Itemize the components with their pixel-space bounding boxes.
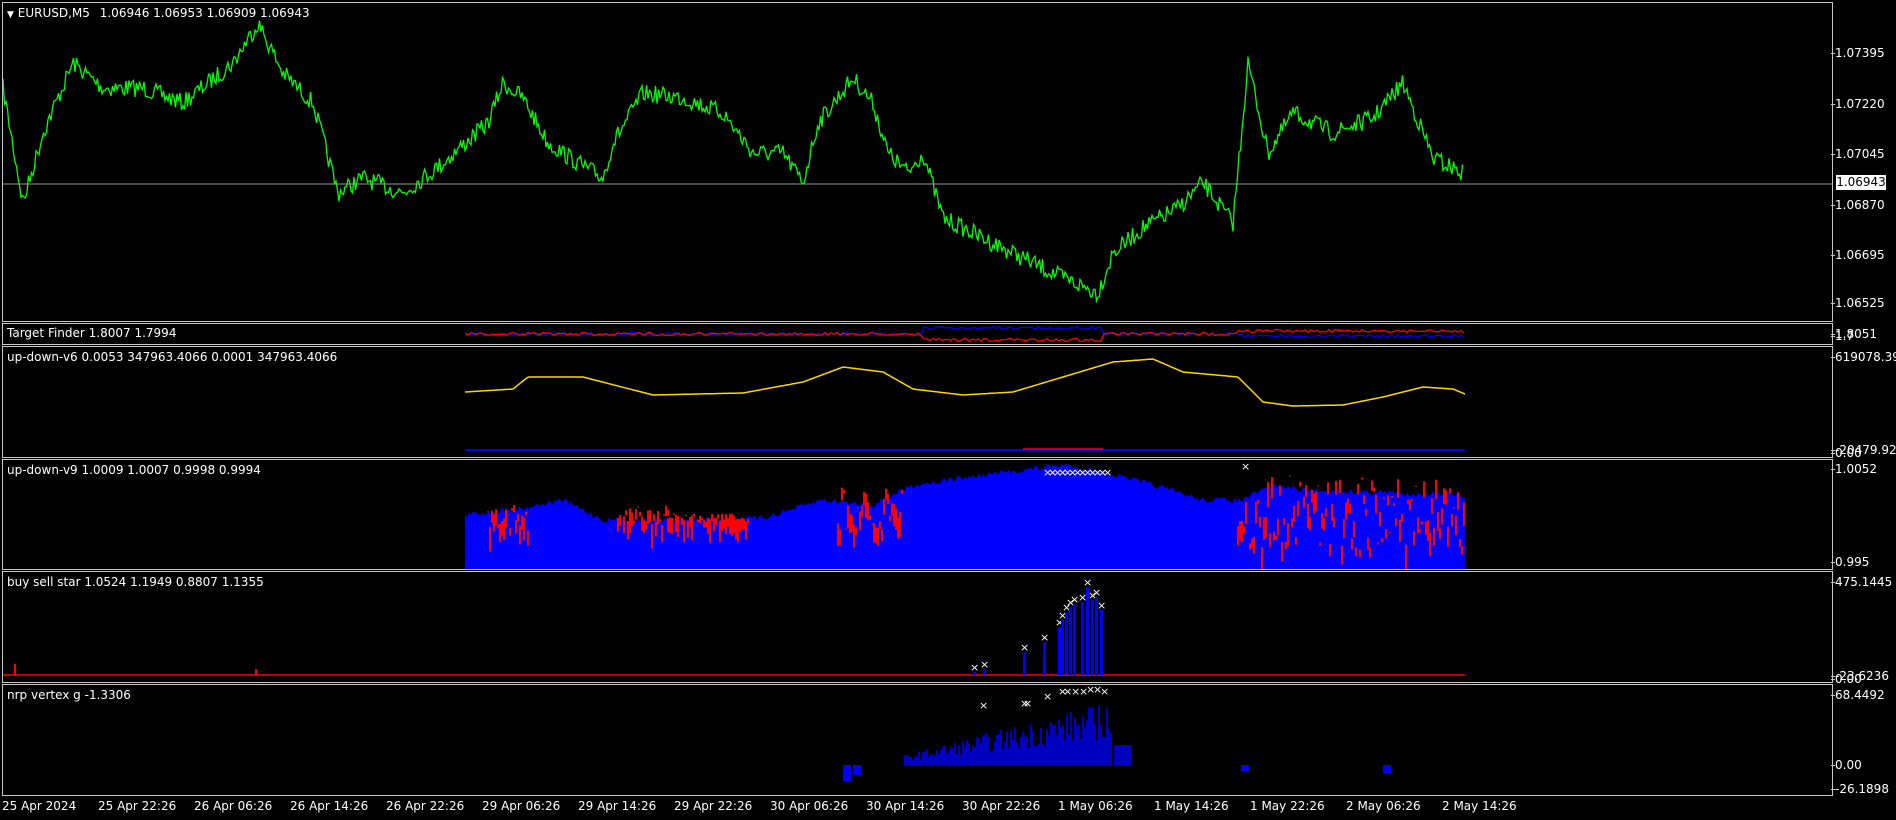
buy-sell-star-marker: × bbox=[1040, 631, 1049, 644]
time-label: 1 May 14:26 bbox=[1154, 799, 1229, 813]
buy-sell-star-bar bbox=[1081, 602, 1084, 675]
buy-sell-star-marker: × bbox=[980, 658, 989, 671]
up-down-v9-tick: 1.0052 bbox=[1831, 462, 1877, 476]
current-price-box: 1.06943 bbox=[1836, 175, 1886, 190]
price-axis[interactable]: 1.07395 1.07220 1.07045 1.06870 1.06695 … bbox=[1830, 0, 1896, 820]
buy-sell-star-bar bbox=[1023, 652, 1026, 675]
target-finder-pane[interactable]: Target Finder 1.8007 1.7994 bbox=[2, 323, 1833, 345]
nrp-vertex-tick: 68.4492 bbox=[1831, 688, 1885, 702]
time-label: 25 Apr 2024 bbox=[2, 799, 77, 813]
nrp-vertex-marker: × bbox=[979, 699, 988, 712]
buy-sell-star-marker: × bbox=[1078, 591, 1087, 604]
buy-sell-star-bar bbox=[1061, 620, 1064, 675]
nrp-vertex-negative-bar bbox=[1241, 765, 1249, 771]
nrp-vertex-marker: × bbox=[1023, 697, 1032, 710]
nrp-vertex-marker: × bbox=[1100, 685, 1109, 698]
price-series-line bbox=[3, 20, 1464, 304]
nrp-vertex-tick: -26.1898 bbox=[1831, 782, 1889, 796]
target-finder-tick: 1.7 bbox=[1830, 329, 1855, 343]
main-chart-pane[interactable]: ▼ EURUSD,M5 1.06946 1.06953 1.06909 1.06… bbox=[2, 2, 1833, 322]
time-label: 29 Apr 06:26 bbox=[482, 799, 561, 813]
nrp-vertex-histogram bbox=[904, 706, 1132, 765]
ohlc-values: 1.06946 1.06953 1.06909 1.06943 bbox=[99, 6, 310, 20]
target-finder-label: Target Finder 1.8007 1.7994 bbox=[7, 326, 177, 340]
nrp-vertex-negative-bar bbox=[1383, 765, 1391, 773]
buy-sell-star-bar bbox=[1065, 612, 1068, 675]
price-tick: 1.06870 bbox=[1831, 198, 1885, 212]
collapse-triangle-icon[interactable]: ▼ bbox=[7, 10, 14, 20]
up-down-v6-tick: -20479.92 bbox=[1831, 443, 1896, 457]
buy-sell-star-bar bbox=[1058, 627, 1061, 675]
time-label: 1 May 22:26 bbox=[1250, 799, 1325, 813]
up-down-v9-blue-area bbox=[465, 464, 1465, 569]
price-tick: 1.07395 bbox=[1831, 46, 1885, 60]
time-label: 26 Apr 06:26 bbox=[194, 799, 273, 813]
buy-sell-star-marker: × bbox=[1092, 586, 1101, 599]
symbol-label: EURUSD,M5 bbox=[17, 6, 90, 20]
time-label: 25 Apr 22:26 bbox=[98, 799, 177, 813]
price-tick: 1.07045 bbox=[1831, 147, 1885, 161]
nrp-vertex-tick: 0.00 bbox=[1831, 758, 1862, 772]
nrp-vertex-label: nrp vertex g -1.3306 bbox=[7, 688, 131, 702]
up-down-v6-pane[interactable]: up-down-v6 0.0053 347963.4066 0.0001 347… bbox=[2, 346, 1833, 458]
buy-sell-star-label: buy sell star 1.0524 1.1949 0.8807 1.135… bbox=[7, 575, 264, 589]
time-label: 1 May 06:26 bbox=[1058, 799, 1133, 813]
up-down-v6-tick: 619078.39 bbox=[1831, 350, 1896, 364]
nrp-vertex-negative-bar bbox=[843, 765, 851, 781]
buy-sell-star-pane[interactable]: × × × × × × × × × × × × × × buy sell star 1.0524 1.19… bbox=[2, 571, 1833, 683]
time-label: 26 Apr 22:26 bbox=[386, 799, 465, 813]
time-label: 30 Apr 06:26 bbox=[770, 799, 849, 813]
buy-sell-star-bar bbox=[1073, 604, 1076, 675]
buy-sell-star-bar bbox=[1043, 642, 1046, 675]
nrp-vertex-negative-bar bbox=[853, 765, 861, 775]
main-chart-header: ▼ EURUSD,M5 1.06946 1.06953 1.06909 1.06… bbox=[7, 6, 310, 20]
up-down-v9-label: up-down-v9 1.0009 1.0007 0.9998 0.9994 bbox=[7, 463, 261, 477]
price-line-chart bbox=[3, 20, 1832, 304]
time-label: 29 Apr 14:26 bbox=[578, 799, 657, 813]
time-label: 2 May 14:26 bbox=[1442, 799, 1517, 813]
price-tick: 1.06525 bbox=[1831, 296, 1885, 310]
time-label: 29 Apr 22:26 bbox=[674, 799, 753, 813]
up-down-v9-pane[interactable]: × × × × × × × × × × × × × × up-down-v9 1.0009 1.0007 … bbox=[2, 459, 1833, 570]
buy-sell-star-bar bbox=[1100, 610, 1103, 675]
up-down-v6-line bbox=[464, 358, 1466, 407]
up-down-v9-plot: ××××××××××××× × bbox=[465, 460, 1465, 569]
nrp-vertex-marker: × bbox=[1043, 690, 1052, 703]
buy-sell-star-marker: × bbox=[970, 661, 979, 674]
buy-sell-star-marker: × bbox=[1097, 599, 1106, 612]
up-down-v9-tick: 0.995 bbox=[1830, 555, 1870, 569]
up-down-v9-marker: × bbox=[1241, 460, 1250, 473]
buy-sell-star-tick: -23.6236 bbox=[1831, 669, 1889, 683]
buy-sell-star-marker: × bbox=[1083, 576, 1092, 589]
target-finder-plot bbox=[464, 325, 1465, 343]
buy-sell-star-plot: × ××××××××××××× bbox=[3, 576, 1465, 676]
buy-sell-star-bar bbox=[1091, 600, 1094, 675]
up-down-v6-label: up-down-v6 0.0053 347963.4066 0.0001 347… bbox=[7, 350, 338, 364]
time-label: 30 Apr 22:26 bbox=[962, 799, 1041, 813]
price-tick: 1.07220 bbox=[1831, 97, 1885, 111]
price-tick: 1.06695 bbox=[1831, 248, 1885, 262]
up-down-v9-marker: × bbox=[1103, 466, 1112, 479]
nrp-vertex-plot: × ××× ××××××× bbox=[843, 685, 1391, 781]
buy-sell-star-marker: × bbox=[1020, 641, 1029, 654]
buy-sell-star-tick: 475.1445 bbox=[1830, 575, 1893, 589]
nrp-vertex-pane[interactable]: × × × × × × × × × × × nrp vertex g -1.3306 bbox=[2, 684, 1833, 796]
buy-sell-star-bar bbox=[1069, 607, 1072, 675]
time-label: 30 Apr 14:26 bbox=[866, 799, 945, 813]
time-label: 2 May 06:26 bbox=[1346, 799, 1421, 813]
time-label: 26 Apr 14:26 bbox=[290, 799, 369, 813]
